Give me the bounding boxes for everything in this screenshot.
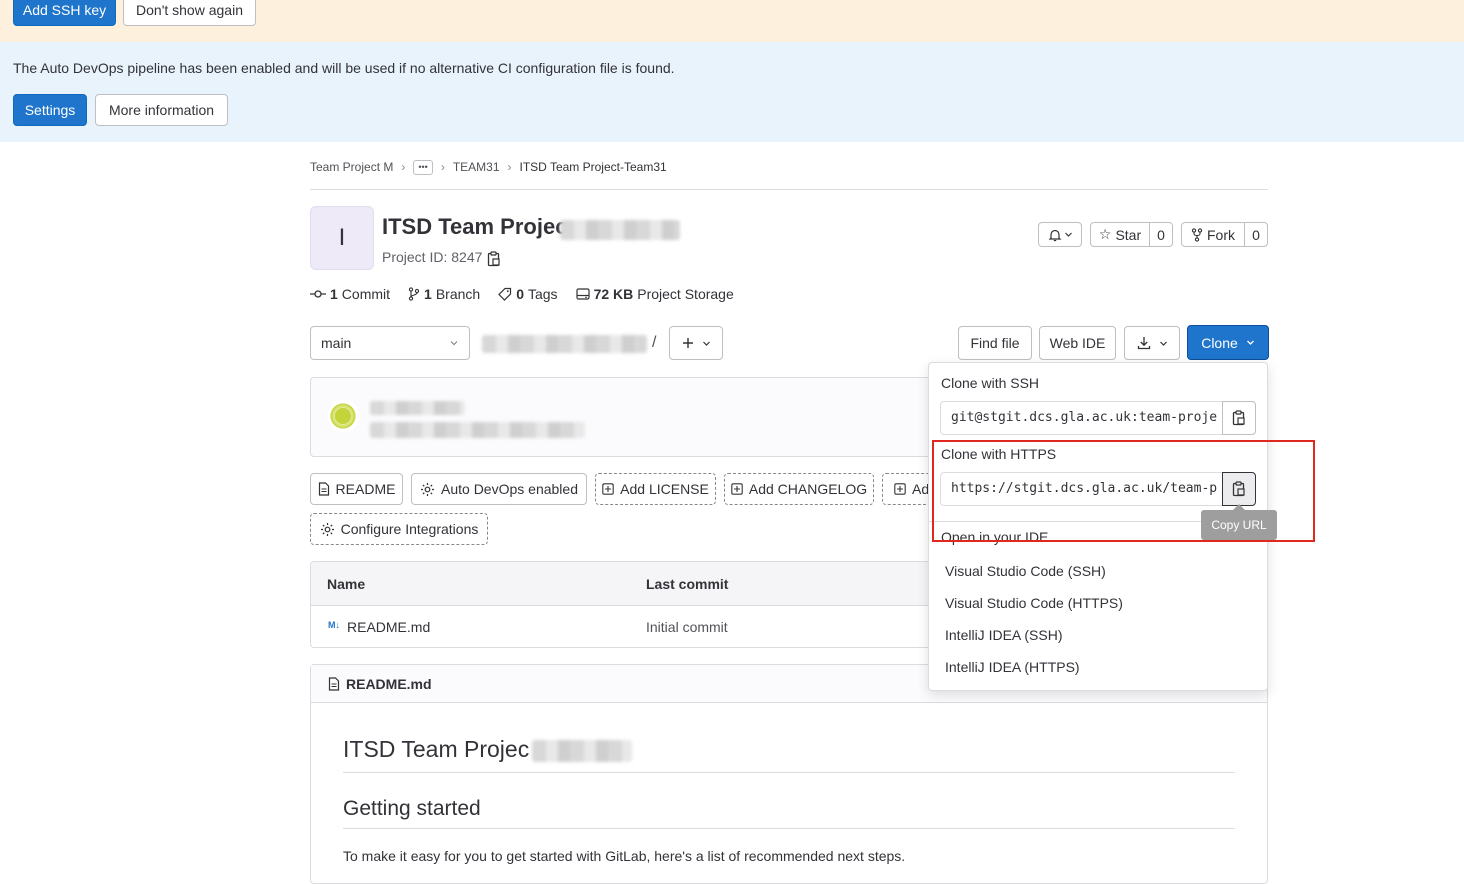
project-id: Project ID: 8247 xyxy=(382,249,482,265)
add-license-button[interactable]: Add LICENSE xyxy=(595,473,716,505)
plus-square-icon xyxy=(602,483,614,495)
branch-selector[interactable]: main xyxy=(310,326,470,360)
star-icon: ☆ xyxy=(1098,226,1112,242)
plus-square-icon xyxy=(894,483,906,495)
chevron-right-icon: › xyxy=(440,160,445,174)
find-file-button[interactable]: Find file xyxy=(958,326,1032,360)
add-changelog-button[interactable]: Add CHANGELOG xyxy=(724,473,874,505)
readme-title: ITSD Team Projec xyxy=(343,736,530,762)
bell-icon xyxy=(1048,229,1061,241)
configure-integrations-button[interactable]: Configure Integrations xyxy=(310,513,488,545)
breadcrumb-ellipsis-button[interactable]: ••• xyxy=(413,159,433,175)
more-information-button[interactable]: More information xyxy=(95,94,228,126)
highlight-box xyxy=(932,440,1315,542)
chevron-down-icon xyxy=(1064,232,1072,237)
branch-name: main xyxy=(321,335,352,351)
chevron-right-icon: › xyxy=(507,160,512,174)
copy-project-id-icon[interactable] xyxy=(487,251,501,267)
file-name-link[interactable]: README.md xyxy=(347,619,430,635)
gear-icon xyxy=(320,522,334,536)
star-label: Star xyxy=(1115,226,1142,243)
branch-icon xyxy=(408,287,420,301)
ssh-url-input[interactable]: git@stgit.dcs.gla.ac.uk:team-proje xyxy=(940,401,1223,435)
tag-icon xyxy=(498,287,512,301)
project-id-text: Project ID: 8247 xyxy=(382,249,483,265)
markdown-icon: M↓ xyxy=(328,620,340,630)
commits-stat[interactable]: 1 Commit xyxy=(310,286,390,302)
column-header-last-commit: Last commit xyxy=(646,576,729,592)
plus-square-icon xyxy=(731,483,743,495)
readme-section-divider xyxy=(343,828,1235,829)
commit-author-avatar xyxy=(327,400,359,432)
autodevops-banner xyxy=(0,42,1464,142)
readme-title-divider xyxy=(343,772,1235,773)
commit-icon xyxy=(310,290,326,298)
clone-dropdown-button[interactable]: Clone xyxy=(1187,325,1269,360)
star-count: 0 xyxy=(1157,226,1165,243)
readme-getting-started-heading: Getting started xyxy=(343,797,481,820)
copy-ssh-url-button[interactable] xyxy=(1222,401,1256,435)
path-separator: / xyxy=(652,334,657,351)
gear-icon xyxy=(421,482,434,496)
dont-show-again-button[interactable]: Don't show again xyxy=(123,0,256,26)
fork-count: 0 xyxy=(1252,226,1260,243)
redacted-title xyxy=(560,220,680,240)
chevron-down-icon xyxy=(1159,341,1167,346)
storage-stat[interactable]: 72 KB Project Storage xyxy=(575,286,734,302)
chevron-right-icon: › xyxy=(401,160,406,174)
chevron-down-icon xyxy=(702,341,710,346)
column-header-name: Name xyxy=(327,576,366,592)
readme-intro-text: To make it easy for you to get started w… xyxy=(343,848,906,864)
disk-icon xyxy=(575,288,590,300)
star-button-group[interactable]: ☆ Star 0 xyxy=(1090,222,1173,247)
autodevops-message: The Auto DevOps pipeline has been enable… xyxy=(13,60,675,76)
document-icon xyxy=(328,676,340,691)
project-avatar: I xyxy=(310,206,374,270)
redacted-commit-meta xyxy=(370,422,585,438)
autodevops-enabled-button[interactable]: Auto DevOps enabled xyxy=(411,473,587,505)
redacted-path xyxy=(482,335,647,353)
readme-button[interactable]: README xyxy=(310,473,403,505)
ide-option-vscode-ssh[interactable]: Visual Studio Code (SSH) xyxy=(945,563,1106,579)
tags-stat[interactable]: 0 Tags xyxy=(498,286,558,302)
project-title: ITSD Team Projec xyxy=(382,214,568,239)
branches-stat[interactable]: 1 Branch xyxy=(408,286,480,302)
breadcrumb-group[interactable]: Team Project M xyxy=(310,160,393,174)
chevron-down-icon xyxy=(1246,340,1254,345)
file-last-commit[interactable]: Initial commit xyxy=(646,619,728,635)
breadcrumb-subgroup[interactable]: TEAM31 xyxy=(453,160,500,174)
notification-dropdown[interactable] xyxy=(1038,222,1082,247)
redacted-readme-title xyxy=(532,740,632,762)
readme-file-name: README.md xyxy=(346,675,432,692)
breadcrumb: Team Project M › ••• › TEAM31 › ITSD Tea… xyxy=(310,158,667,176)
ide-option-intellij-ssh[interactable]: IntelliJ IDEA (SSH) xyxy=(945,627,1062,643)
clone-ssh-heading: Clone with SSH xyxy=(941,375,1040,391)
header-divider xyxy=(310,189,1268,190)
settings-button[interactable]: Settings xyxy=(13,94,87,126)
plus-icon xyxy=(682,338,693,348)
fork-button-group[interactable]: Fork 0 xyxy=(1181,222,1268,247)
ide-option-vscode-https[interactable]: Visual Studio Code (HTTPS) xyxy=(945,595,1123,611)
download-dropdown[interactable] xyxy=(1124,326,1180,360)
add-file-dropdown[interactable] xyxy=(669,326,723,360)
fork-label: Fork xyxy=(1207,226,1235,243)
document-icon xyxy=(318,482,329,496)
download-icon xyxy=(1137,337,1150,350)
clone-label: Clone xyxy=(1201,334,1238,351)
ide-option-intellij-https[interactable]: IntelliJ IDEA (HTTPS) xyxy=(945,659,1080,675)
web-ide-button[interactable]: Web IDE xyxy=(1039,326,1116,360)
fork-icon xyxy=(1191,227,1203,242)
chevron-down-icon xyxy=(450,341,458,346)
breadcrumb-project[interactable]: ITSD Team Project-Team31 xyxy=(520,160,667,174)
redacted-commit-title xyxy=(370,401,465,415)
project-stats: 1 Commit 1 Branch 0 Tags 72 KB Project Stora… xyxy=(310,285,734,303)
add-ssh-key-button[interactable]: Add SSH key xyxy=(13,0,116,26)
copy-icon xyxy=(1232,410,1245,426)
